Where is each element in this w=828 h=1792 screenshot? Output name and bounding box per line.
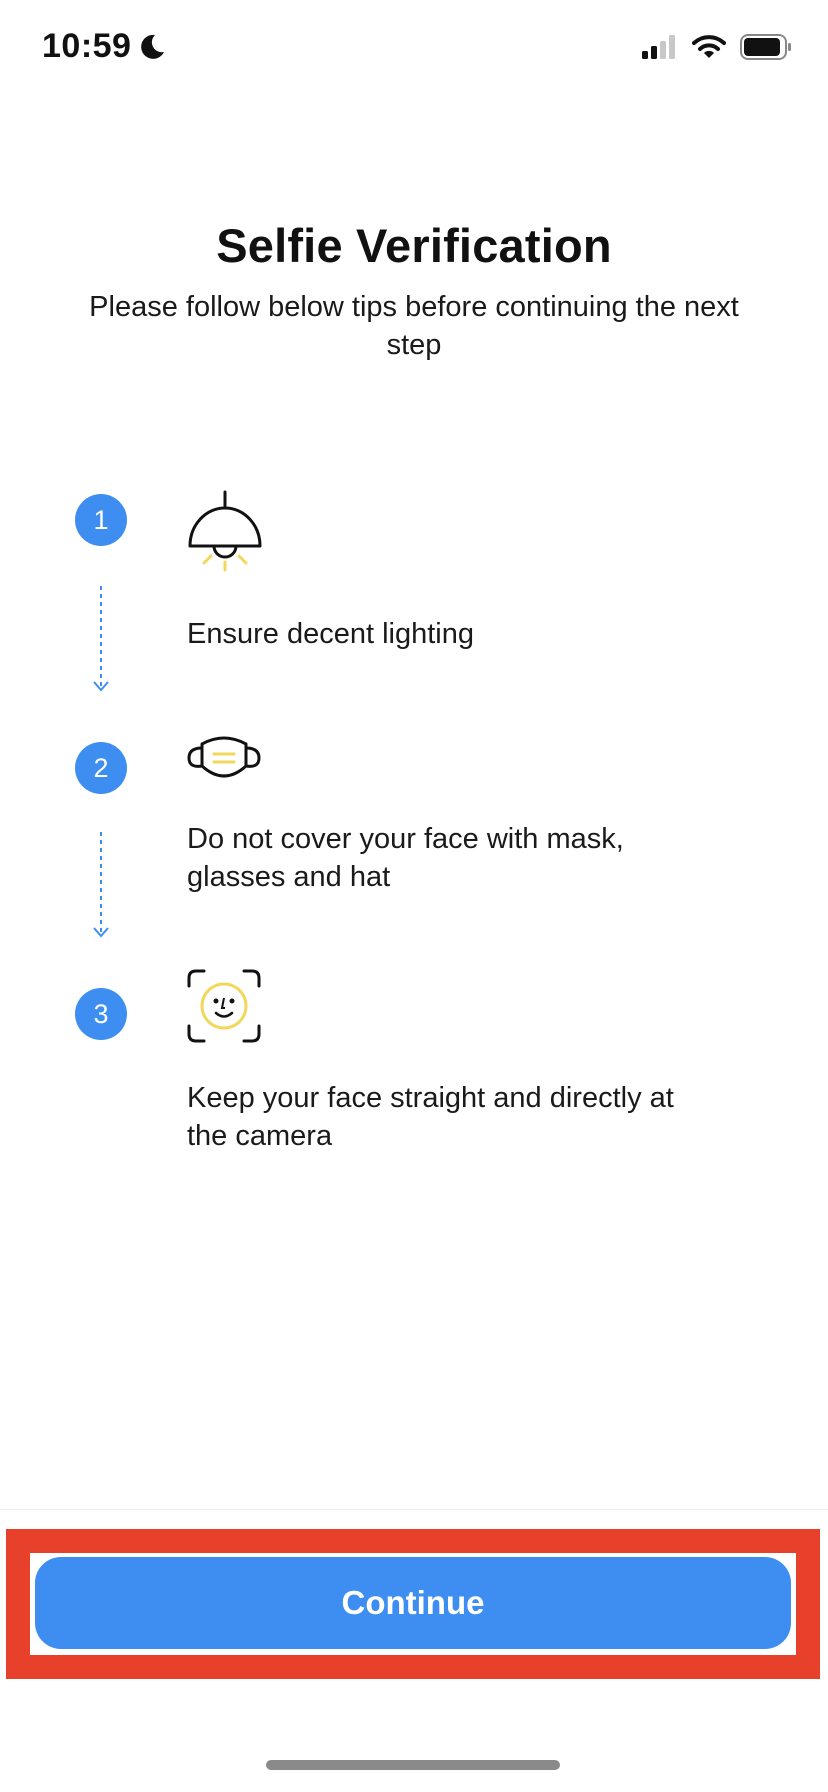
step-2-badge: 2 [75,742,127,794]
status-time-wrap: 10:59 [42,27,167,66]
step-1-text: Ensure decent lighting [187,618,474,650]
face-scan-icon [187,969,261,1043]
continue-button[interactable]: Continue [35,1557,791,1649]
step-3-badge: 3 [75,988,127,1040]
lamp-icon [188,490,262,572]
moon-icon [137,32,167,62]
step-1-badge: 1 [75,494,127,546]
screen: 10:59 Selfie Verification Please follow … [0,0,828,1792]
step-3-text: Keep your face straight and directly at … [187,1082,674,1152]
status-bar: 10:59 [0,0,828,100]
step-2-text: Do not cover your face with mask, glasse… [187,823,624,893]
status-time: 10:59 [42,27,132,65]
wifi-icon [692,34,726,65]
footer-divider [0,1509,828,1510]
page-title: Selfie Verification [216,219,612,272]
page-subtitle: Please follow below tips before continui… [89,291,739,361]
face-mask-icon [187,736,261,778]
status-icons [642,34,792,65]
step-2-arrow-icon [93,832,109,938]
cellular-signal-icon [642,35,678,64]
battery-icon [740,34,792,65]
home-indicator[interactable] [266,1760,560,1770]
step-1-arrow-icon [93,586,109,692]
